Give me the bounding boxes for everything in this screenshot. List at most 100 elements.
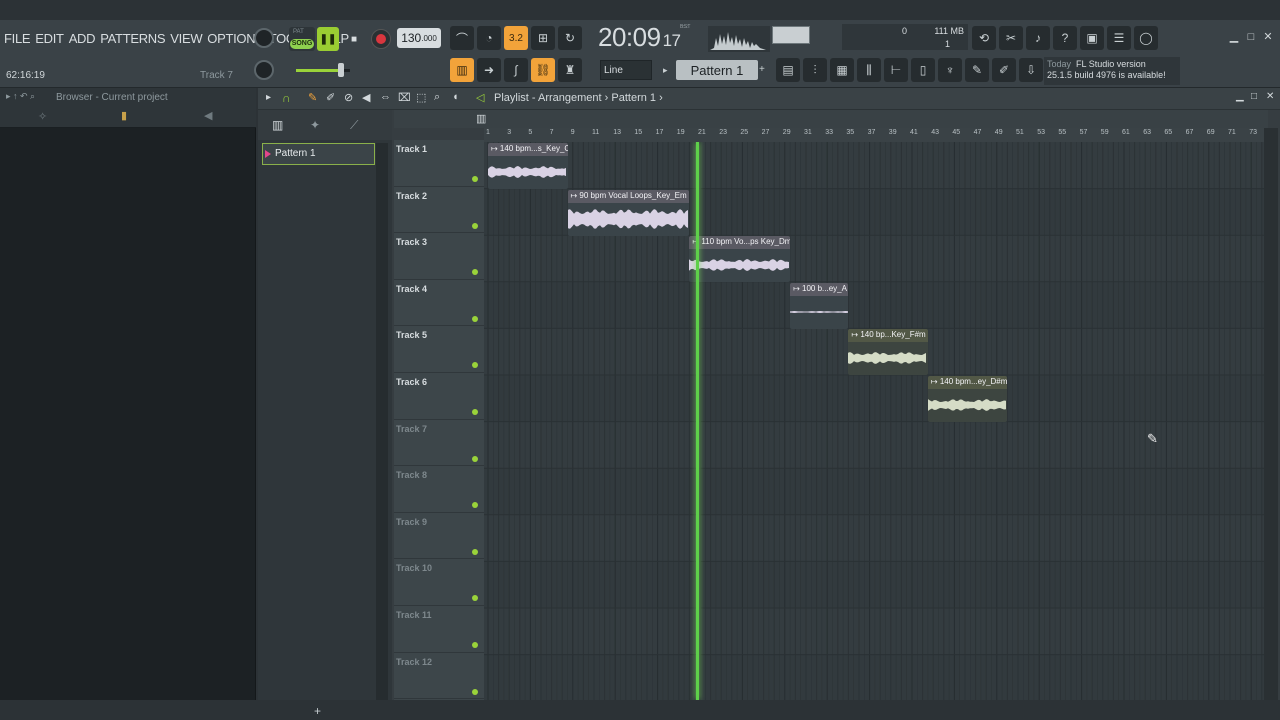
save-icon[interactable]: ▣: [1080, 26, 1104, 50]
arrangement-icon[interactable]: ◁: [476, 91, 484, 104]
brush-icon[interactable]: ✐: [992, 58, 1016, 82]
track-header[interactable]: Track 8: [394, 466, 484, 513]
automation-icon[interactable]: ⟋: [350, 118, 358, 133]
track-enable-led[interactable]: [472, 548, 478, 555]
audio-clip[interactable]: ↦ 140 bp...Key_F#m: [848, 329, 928, 376]
lamp-icon[interactable]: ✎: [965, 58, 989, 82]
close-icon[interactable]: ✕: [1261, 30, 1275, 44]
stop-button[interactable]: ■: [343, 27, 365, 51]
browser-folder-icon[interactable]: ▮: [121, 109, 127, 122]
browser-add-icon[interactable]: ✧: [38, 110, 47, 123]
playback-tool-icon[interactable]: ◖: [452, 91, 459, 103]
add-pattern-button[interactable]: +: [314, 704, 321, 718]
countdown-button[interactable]: 3.2: [504, 26, 528, 50]
channel-rack-icon[interactable]: ⫶: [803, 58, 827, 82]
playlist-maximize-icon[interactable]: □: [1251, 91, 1257, 102]
tree-icon[interactable]: ⊢: [884, 58, 908, 82]
link-icon[interactable]: ⛓: [531, 58, 555, 82]
mic-icon[interactable]: ♪: [1026, 26, 1050, 50]
metronome-icon[interactable]: ⌒: [450, 26, 474, 50]
song-position-clock[interactable]: 20:09 17 B:S:T: [598, 22, 694, 54]
add-pattern-icon[interactable]: +: [759, 60, 769, 80]
menu-edit[interactable]: EDIT: [35, 31, 64, 46]
magnet-icon[interactable]: ∩: [282, 91, 291, 105]
undo-history-icon[interactable]: ⟲: [972, 26, 996, 50]
track-header[interactable]: Track 4: [394, 280, 484, 327]
piano-strip-icon[interactable]: ▥: [476, 112, 486, 125]
track-header[interactable]: Track 10: [394, 559, 484, 606]
playhead[interactable]: [695, 142, 699, 700]
delete-tool-icon[interactable]: ⊘: [344, 91, 353, 104]
menu-view[interactable]: VIEW: [170, 31, 202, 46]
pencil-icon[interactable]: ✎: [308, 91, 317, 104]
pattern-item[interactable]: Pattern 1: [262, 143, 375, 165]
loop-record-icon[interactable]: ↻: [558, 26, 582, 50]
track-enable-led[interactable]: [472, 595, 478, 602]
menu-add[interactable]: ADD: [69, 31, 96, 46]
track-enable-led[interactable]: [472, 409, 478, 415]
tempo-display[interactable]: 130.000: [397, 28, 441, 48]
audio-clip-icon[interactable]: ✦: [310, 118, 320, 132]
pattern-prev-icon[interactable]: ▸: [663, 60, 673, 80]
slice-tool-icon[interactable]: ⌧: [398, 91, 411, 104]
audio-clip[interactable]: ↦ 90 bpm Vocal Loops_Key_Em: [567, 189, 690, 236]
plug-icon[interactable]: ♆: [938, 58, 962, 82]
track-enable-led[interactable]: [472, 642, 478, 648]
arrangement-grid[interactable]: ↦ 140 bpm...s_Key_C ↦ 90 bpm Vocal Loops_…: [484, 142, 1264, 700]
track-enable-led[interactable]: [472, 362, 478, 369]
master-pitch-knob[interactable]: [254, 60, 274, 80]
mixer-view-icon[interactable]: ⫼: [857, 58, 881, 82]
curve-icon[interactable]: ∫: [504, 58, 528, 82]
track-header[interactable]: Track 5: [394, 326, 484, 373]
file-icon[interactable]: ▯: [911, 58, 935, 82]
track-enable-led[interactable]: [472, 502, 478, 509]
maximize-icon[interactable]: □: [1244, 30, 1258, 44]
piano-roll-icon[interactable]: ▥: [450, 58, 474, 82]
menu-patterns[interactable]: PATTERNS: [100, 31, 165, 46]
track-header[interactable]: Track 9: [394, 513, 484, 560]
track-header[interactable]: Track 12: [394, 653, 484, 700]
tool-mode-select[interactable]: Line: [600, 60, 652, 80]
playlist-icon[interactable]: ▤: [776, 58, 800, 82]
step-edit-icon[interactable]: ⊞: [531, 26, 555, 50]
track-header[interactable]: Track 11: [394, 606, 484, 653]
wait-input-icon[interactable]: ◔: [477, 26, 501, 50]
step-seq-icon[interactable]: ▦: [830, 58, 854, 82]
browser-speaker-icon[interactable]: ◀: [204, 109, 212, 122]
track-enable-led[interactable]: [472, 688, 478, 695]
playlist-menu-icon[interactable]: ▸: [266, 92, 271, 103]
track-enable-led[interactable]: [472, 222, 478, 229]
track-header[interactable]: Track 6: [394, 373, 484, 420]
mixer-icon[interactable]: ☰: [1107, 26, 1131, 50]
slip-tool-icon[interactable]: ⇔: [380, 91, 391, 103]
track-enable-led[interactable]: [472, 176, 478, 182]
track-header[interactable]: Track 3: [394, 233, 484, 280]
stamp-icon[interactable]: ♜: [558, 58, 582, 82]
minimize-icon[interactable]: ▁: [1227, 30, 1241, 44]
audio-clip[interactable]: ↦ 140 bpm...s_Key_C: [488, 143, 568, 189]
pattern-scrollbar[interactable]: [376, 143, 388, 700]
brush-tool-icon[interactable]: ✐: [326, 91, 335, 104]
track-header[interactable]: Track 1: [394, 140, 484, 187]
record-button[interactable]: [371, 29, 391, 49]
news-panel[interactable]: Today FL Studio version 25.1.5 build 497…: [1044, 57, 1180, 85]
select-tool-icon[interactable]: ⬚: [416, 91, 426, 104]
audio-clip[interactable]: ↦ 110 bpm Vo...ps Key_Dm: [689, 236, 791, 283]
pause-button[interactable]: ❚❚: [317, 27, 339, 51]
playlist-minimize-icon[interactable]: ▁: [1236, 91, 1244, 102]
track-enable-led[interactable]: [472, 315, 478, 322]
vertical-scrollbar[interactable]: [1264, 128, 1278, 700]
master-slider[interactable]: [296, 63, 350, 77]
audio-clip[interactable]: ↦ 140 bpm...ey_D#m: [927, 376, 1008, 422]
download-icon[interactable]: ⇩: [1019, 58, 1043, 82]
track-enable-led[interactable]: [472, 269, 478, 276]
arrow-right-icon[interactable]: ➜: [477, 58, 501, 82]
piano-keys-icon[interactable]: ▥: [272, 118, 283, 132]
pattern-selector[interactable]: Pattern 1: [676, 60, 758, 80]
menu-file[interactable]: FILE: [4, 31, 31, 46]
mute-tool-icon[interactable]: ◀: [362, 91, 370, 104]
chat-icon[interactable]: ◯: [1134, 26, 1158, 50]
timeline-ruler[interactable]: 1 3 5 7 9 11 13 15 17 19 21 23 25 27 29 31 33 35 37 39 41 43 4…: [484, 128, 1264, 142]
track-header[interactable]: Track 7: [394, 420, 484, 467]
cut-icon[interactable]: ✂: [999, 26, 1023, 50]
